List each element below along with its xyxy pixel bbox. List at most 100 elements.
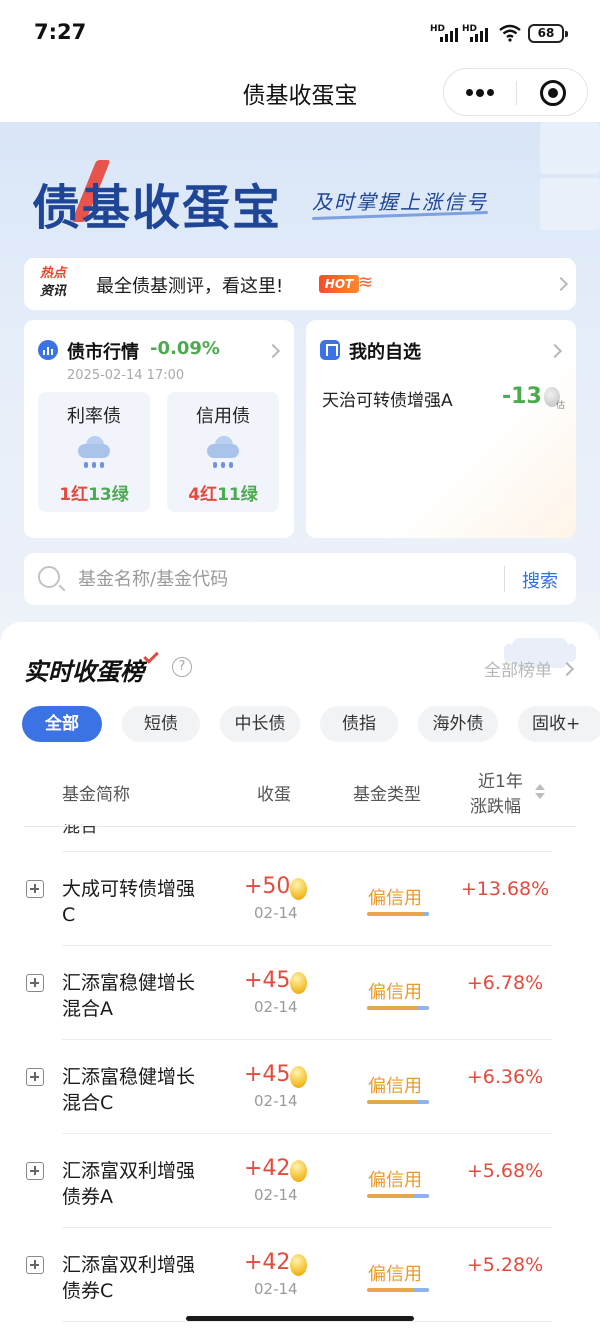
hot-news-tag: 热点 资讯: [40, 265, 66, 301]
header-eggs: 收蛋: [257, 785, 291, 805]
chevron-right-icon: [553, 276, 569, 292]
green-count: 11绿: [217, 485, 258, 505]
egg-date: 02-14: [254, 1186, 298, 1204]
tab-bond-index[interactable]: 债指: [320, 706, 398, 742]
fund-type: 偏信用: [368, 1264, 422, 1285]
credit-tilt-bar: [367, 1288, 429, 1292]
brand-logo: 债基收蛋宝: [32, 180, 283, 236]
table-row[interactable]: 大成可转债增强C +50 02-14 偏信用 +13.68%: [0, 852, 600, 946]
status-bar: 7:27 HD HD 68: [0, 0, 600, 64]
more-icon[interactable]: [466, 88, 494, 97]
egg-count: +45: [244, 1062, 291, 1087]
chart-icon: [38, 340, 58, 360]
credit-tilt-bar-rest: [414, 1194, 429, 1198]
all-rankings-link[interactable]: 全部榜单: [484, 656, 552, 681]
red-count: 4红: [188, 485, 218, 505]
rain-cloud-icon: [74, 436, 114, 470]
egg-date: 02-14: [254, 904, 298, 922]
tab-overseas-bond[interactable]: 海外债: [418, 706, 498, 742]
banner-decoration: [530, 122, 600, 252]
fund-type: 偏信用: [368, 982, 422, 1003]
slogan: 及时掌握上涨信号: [312, 190, 488, 214]
flame-icon: ≋: [358, 272, 374, 293]
mini-program-capsule: [443, 68, 588, 116]
row-divider: [62, 1321, 552, 1322]
favorite-fund-value: -13: [502, 384, 542, 409]
table-row[interactable]: 汇添富稳健增长混合C +45 02-14 偏信用 +6.36%: [0, 1040, 600, 1134]
table-row[interactable]: 汇添富双利增强债券A +42 02-14 偏信用 +5.68%: [0, 1134, 600, 1228]
golden-egg-icon: [290, 1254, 307, 1276]
table-row[interactable]: 汇添富双利增强债券C +42 02-14 偏信用 +5.28%: [0, 1228, 600, 1322]
search-icon: [38, 566, 60, 588]
status-time: 7:27: [34, 20, 87, 44]
header-change-line1[interactable]: 近1年: [478, 767, 523, 792]
yearly-change: +6.78%: [466, 972, 544, 994]
rain-cloud-icon: [203, 436, 243, 470]
header-change-line2[interactable]: 涨跌幅: [470, 792, 521, 817]
egg-count: +42: [244, 1250, 291, 1275]
my-favorites-card[interactable]: 我的自选 天治可转债增强A -13 估: [306, 320, 576, 538]
fund-type: 偏信用: [368, 888, 422, 909]
fund-name: 汇添富双利增强债券A: [62, 1160, 196, 1208]
egg-date: 02-14: [254, 1280, 298, 1298]
search-input[interactable]: [78, 563, 498, 595]
golden-egg-icon: [290, 878, 307, 900]
fund-name: 汇添富稳健增长混合A: [62, 972, 196, 1020]
add-favorite-icon[interactable]: [26, 1162, 44, 1180]
bond-market-card[interactable]: 债市行情 -0.09% 2025-02-14 17:00 利率债 1红13绿 信…: [24, 320, 294, 538]
credit-tilt-bar-rest: [417, 1006, 429, 1010]
hot-tag-line2: 资讯: [40, 284, 67, 299]
search-divider: [504, 566, 505, 592]
hot-news-text: 最全债基测评，看这里!: [96, 276, 284, 297]
help-icon[interactable]: ?: [172, 657, 192, 677]
rate-bond-tile[interactable]: 利率债 1红13绿: [38, 392, 150, 512]
ranking-title: 实时收蛋榜: [24, 658, 144, 686]
add-favorite-icon[interactable]: [26, 974, 44, 992]
header-fund-name: 基金简称: [62, 785, 130, 805]
yearly-change: +13.68%: [460, 878, 550, 900]
credit-tilt-bar-rest: [414, 1288, 429, 1292]
credit-bond-label: 信用债: [196, 406, 250, 427]
favorite-fund-name[interactable]: 天治可转债增强A: [322, 386, 453, 411]
search-button[interactable]: 搜索: [522, 567, 558, 593]
add-favorite-icon[interactable]: [26, 880, 44, 898]
egg-date: 02-14: [254, 998, 298, 1016]
golden-egg-icon: [290, 972, 307, 994]
rate-bond-label: 利率债: [67, 406, 121, 427]
credit-bond-tile[interactable]: 信用债 4红11绿: [167, 392, 279, 512]
add-favorite-icon[interactable]: [26, 1068, 44, 1086]
sort-icon[interactable]: [535, 784, 545, 800]
credit-tilt-bar-rest: [424, 912, 429, 916]
tab-short-bond[interactable]: 短债: [122, 706, 200, 742]
hot-news-card[interactable]: 热点 资讯 最全债基测评，看这里! HOT ≋: [24, 258, 576, 310]
favorites-title: 我的自选: [349, 342, 421, 363]
golden-egg-icon: [290, 1160, 307, 1182]
header-fund-type: 基金类型: [353, 785, 421, 805]
battery-icon: 68: [528, 24, 568, 43]
bookmark-icon: [320, 340, 340, 360]
add-favorite-icon[interactable]: [26, 1256, 44, 1274]
bond-market-title: 债市行情: [67, 342, 139, 363]
capsule-divider: [516, 81, 517, 105]
close-target-icon[interactable]: [540, 80, 566, 106]
credit-tilt-bar: [367, 1194, 429, 1198]
egg-count: +50: [244, 874, 291, 899]
red-count: 1红: [59, 485, 89, 505]
egg-count: +42: [244, 1156, 291, 1181]
egg-date: 02-14: [254, 1092, 298, 1110]
header-divider: [24, 826, 576, 827]
bond-market-change: -0.09%: [150, 338, 220, 359]
hot-badge: HOT: [319, 275, 359, 293]
signal-icon: [440, 26, 458, 42]
search-bar: 搜索: [24, 553, 576, 605]
credit-tilt-bar-rest: [417, 1100, 429, 1104]
home-indicator: [186, 1316, 414, 1321]
credit-tilt-bar: [367, 1006, 429, 1010]
table-row[interactable]: 汇添富稳健增长混合A +45 02-14 偏信用 +6.78%: [0, 946, 600, 1040]
fund-type: 偏信用: [368, 1076, 422, 1097]
wifi-icon: [499, 24, 521, 42]
tab-all[interactable]: 全部: [22, 706, 102, 742]
chevron-right-icon: [265, 343, 281, 359]
tab-fixed-income-plus[interactable]: 固收+: [518, 706, 600, 742]
tab-mid-long-bond[interactable]: 中长债: [220, 706, 300, 742]
